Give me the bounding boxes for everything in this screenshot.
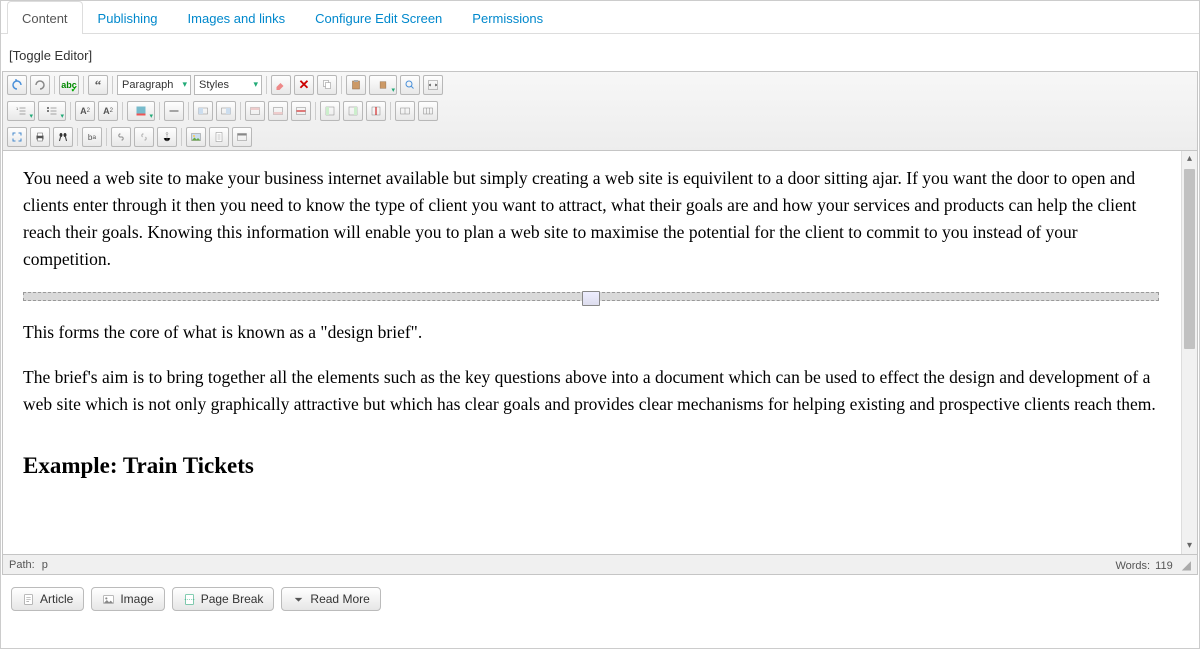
scroll-up-arrow[interactable]: ▴ — [1182, 151, 1197, 167]
toggle-editor-link[interactable]: [Toggle Editor] — [9, 48, 92, 63]
readmore-divider[interactable] — [23, 292, 1159, 301]
fullscreen-button[interactable] — [7, 127, 27, 147]
forecolor-button[interactable]: ▾ — [127, 101, 155, 121]
paste-button[interactable] — [346, 75, 366, 95]
path-display: Path: p — [9, 559, 48, 571]
image-label: Image — [120, 592, 153, 606]
toolbar-row-2: 1▾ ▾ A2 A2 ▾ — [3, 98, 1197, 124]
find-replace-button[interactable] — [400, 75, 420, 95]
styles-select[interactable]: Styles — [194, 75, 262, 95]
toolbar-row-3: ba — [3, 124, 1197, 150]
words-display: Words: 119 ◢ — [1115, 558, 1191, 572]
tab-permissions[interactable]: Permissions — [457, 1, 558, 34]
link-button[interactable] — [111, 127, 131, 147]
heading-example[interactable]: Example: Train Tickets — [23, 448, 1159, 484]
toolbar-row-1: abc✓ “ Paragraph Styles ✕ ▾ — [3, 72, 1197, 98]
resize-handle-icon[interactable]: ◢ — [1182, 558, 1191, 572]
path-label: Path: — [9, 559, 35, 571]
page-break-button[interactable]: Page Break — [172, 587, 275, 611]
table-row-delete-button[interactable] — [291, 101, 311, 121]
image-insert-button[interactable]: Image — [91, 587, 164, 611]
vertical-scrollbar[interactable]: ▴ ▾ — [1181, 151, 1197, 554]
image-button[interactable] — [186, 127, 206, 147]
page-break-label: Page Break — [201, 592, 264, 606]
insert-buttons-row: Article Image Page Break Read More — [1, 575, 1199, 611]
table-col2-button[interactable] — [343, 101, 363, 121]
subscript-button[interactable]: A2 — [75, 101, 95, 121]
svg-text:1: 1 — [16, 106, 19, 111]
read-more-button[interactable]: Read More — [281, 587, 380, 611]
read-more-label: Read More — [310, 592, 369, 606]
tab-publishing[interactable]: Publishing — [83, 1, 173, 34]
page-break-icon — [183, 593, 196, 606]
table-col1-button[interactable] — [320, 101, 340, 121]
insert-button[interactable] — [232, 127, 252, 147]
direction-button[interactable]: ba — [82, 127, 102, 147]
table-cell2-button[interactable] — [216, 101, 236, 121]
file-button[interactable] — [209, 127, 229, 147]
eraser-button[interactable] — [271, 75, 291, 95]
tab-content[interactable]: Content — [7, 1, 83, 34]
tab-images-links[interactable]: Images and links — [173, 1, 301, 34]
editor-toolbar: abc✓ “ Paragraph Styles ✕ ▾ 1▾ ▾ A2 A2 ▾ — [2, 71, 1198, 151]
paste-option-button[interactable]: ▾ — [369, 75, 397, 95]
table-row2-button[interactable] — [268, 101, 288, 121]
ordered-list-button[interactable]: 1▾ — [7, 101, 35, 121]
source-button[interactable] — [423, 75, 443, 95]
paragraph-2[interactable]: This forms the core of what is known as … — [23, 319, 1159, 346]
words-count: 119 — [1155, 560, 1173, 572]
table-col-delete-button[interactable] — [366, 101, 386, 121]
editor-statusbar: Path: p Words: 119 ◢ — [2, 555, 1198, 575]
chevron-down-icon — [292, 593, 305, 606]
delete-button[interactable]: ✕ — [294, 75, 314, 95]
article-label: Article — [40, 592, 73, 606]
print-button[interactable] — [30, 127, 50, 147]
words-label: Words: — [1115, 560, 1150, 572]
unlink-button[interactable] — [134, 127, 154, 147]
superscript-button[interactable]: A2 — [98, 101, 118, 121]
tabs-bar: Content Publishing Images and links Conf… — [1, 1, 1199, 34]
editor-area: You need a web site to make your busines… — [2, 151, 1198, 555]
file-icon — [22, 593, 35, 606]
scroll-down-arrow[interactable]: ▾ — [1182, 538, 1197, 554]
unordered-list-button[interactable]: ▾ — [38, 101, 66, 121]
editor-content[interactable]: You need a web site to make your busines… — [3, 151, 1179, 554]
path-value[interactable]: p — [42, 559, 48, 571]
anchor-button[interactable] — [157, 127, 177, 147]
scroll-track[interactable] — [1182, 167, 1197, 538]
table-row1-button[interactable] — [245, 101, 265, 121]
image-icon — [102, 593, 115, 606]
split-cells-button[interactable] — [418, 101, 438, 121]
blockquote-button[interactable]: “ — [88, 75, 108, 95]
redo-button[interactable] — [30, 75, 50, 95]
article-button[interactable]: Article — [11, 587, 84, 611]
paragraph-select[interactable]: Paragraph — [117, 75, 191, 95]
spellcheck-button[interactable]: abc✓ — [59, 75, 79, 95]
undo-button[interactable] — [7, 75, 27, 95]
table-cell1-button[interactable] — [193, 101, 213, 121]
paragraph-1[interactable]: You need a web site to make your busines… — [23, 165, 1159, 274]
editor-container: Content Publishing Images and links Conf… — [0, 0, 1200, 649]
search-button[interactable] — [53, 127, 73, 147]
hr-button[interactable] — [164, 101, 184, 121]
copy-button[interactable] — [317, 75, 337, 95]
merge-cells-button[interactable] — [395, 101, 415, 121]
scroll-thumb[interactable] — [1184, 169, 1195, 349]
paragraph-3[interactable]: The brief's aim is to bring together all… — [23, 364, 1159, 418]
tab-configure-edit[interactable]: Configure Edit Screen — [300, 1, 457, 34]
